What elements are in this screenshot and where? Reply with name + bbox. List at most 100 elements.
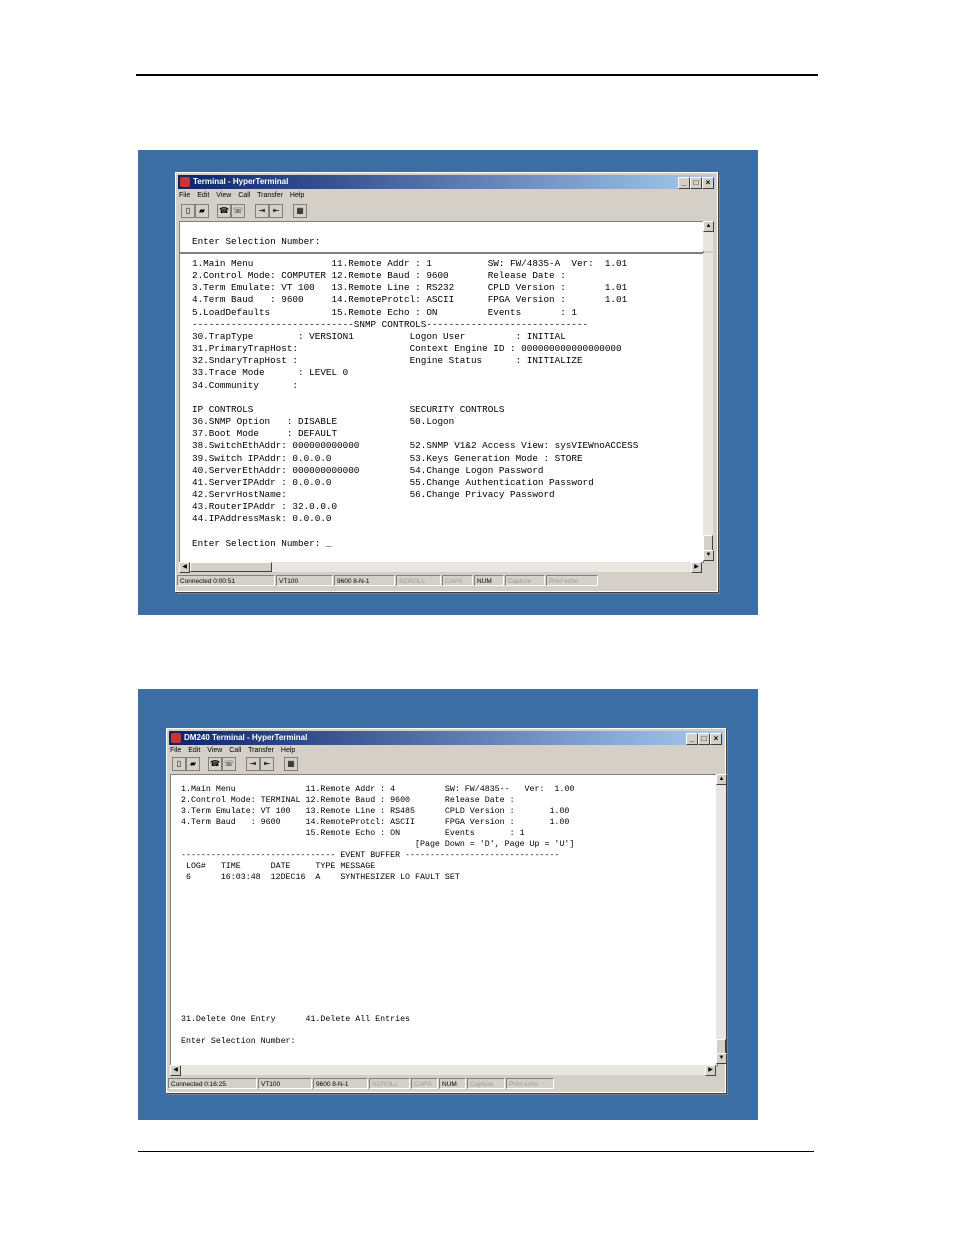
- terminal-line: IP CONTROLS SECURITY CONTROLS: [192, 403, 505, 415]
- status-capture: Capture: [505, 575, 545, 586]
- status-print-echo: Print echo: [546, 575, 598, 586]
- receive-icon[interactable]: ⇤: [260, 757, 274, 771]
- window-title: Terminal - HyperTerminal: [193, 177, 289, 186]
- terminal-line: 33.Trace Mode : LEVEL 0: [192, 367, 349, 379]
- terminal-line: 39.Switch IPAddr: 0.0.0.0 53.Keys Genera…: [192, 452, 583, 464]
- terminal-line: 36.SNMP Option : DISABLE 50.Logon: [192, 416, 455, 428]
- terminal-header[interactable]: Enter Selection Number:: [179, 221, 704, 253]
- vertical-scrollbar[interactable]: ▲ ▼: [716, 774, 727, 1064]
- send-icon[interactable]: ⇥: [255, 204, 269, 218]
- connect-icon[interactable]: ☎: [208, 757, 222, 771]
- scroll-up-arrow-icon[interactable]: ▲: [703, 221, 714, 232]
- terminal-line: 15.Remote Echo : ON Events : 1: [181, 828, 525, 838]
- terminal-line: -----------------------------SNMP CONTRO…: [192, 318, 589, 330]
- menu-call[interactable]: Call: [238, 192, 250, 199]
- terminal-line: 1.Main Menu 11.Remote Addr : 1 SW: FW/48…: [192, 258, 628, 269]
- title-bar[interactable]: Terminal - HyperTerminal _ □ ×: [178, 175, 715, 189]
- scroll-left-arrow-icon[interactable]: ◀: [170, 1065, 181, 1076]
- properties-icon[interactable]: ▦: [284, 757, 298, 771]
- scroll-up-arrow-icon[interactable]: ▲: [716, 774, 727, 785]
- terminal-line: [Page Down = 'D', Page Up = 'U']: [181, 839, 575, 849]
- hyperterminal-logo-icon: [171, 733, 181, 743]
- menu-transfer[interactable]: Transfer: [257, 192, 283, 199]
- disconnect-icon[interactable]: ☏: [231, 204, 245, 218]
- menu-file[interactable]: File: [179, 192, 190, 199]
- maximize-button[interactable]: □: [698, 733, 710, 745]
- terminal-line: 6 16:03:48 12DEC16 A SYNTHESIZER LO FAUL…: [181, 872, 460, 882]
- terminal-line: 34.Community :: [192, 379, 299, 391]
- menu-bar: File Edit View Call Transfer Help: [170, 745, 300, 756]
- minimize-button[interactable]: _: [686, 733, 698, 745]
- status-num: NUM: [474, 575, 504, 586]
- terminal-line: Enter Selection Number:: [181, 1036, 296, 1046]
- menu-transfer[interactable]: Transfer: [248, 747, 274, 754]
- status-scroll: SCROLL: [396, 575, 441, 586]
- terminal-line: 30.TrapType : VERSION1 Logon User : INIT…: [192, 330, 566, 342]
- terminal-line: LOG# TIME DATE TYPE MESSAGE: [181, 861, 376, 871]
- scroll-thumb[interactable]: [716, 1039, 726, 1054]
- horizontal-scrollbar[interactable]: ◀ ▶: [170, 1065, 716, 1076]
- minimize-button[interactable]: _: [678, 177, 690, 189]
- terminal-line: 31.PrimaryTrapHost: Context Engine ID : …: [192, 343, 622, 355]
- scroll-down-arrow-icon[interactable]: ▼: [716, 1053, 727, 1064]
- terminal-screen[interactable]: 1.Main Menu 11.Remote Addr : 4 SW: FW/48…: [170, 774, 718, 1066]
- receive-icon[interactable]: ⇤: [269, 204, 283, 218]
- status-print-echo: Print echo: [506, 1078, 554, 1089]
- status-connected: Connected 0:16:25: [168, 1078, 257, 1089]
- new-icon[interactable]: ▯: [172, 757, 186, 771]
- vertical-scrollbar[interactable]: ▼: [703, 253, 714, 561]
- scroll-thumb[interactable]: [703, 535, 713, 551]
- horizontal-thumb[interactable]: [190, 562, 272, 572]
- disconnect-icon[interactable]: ☏: [222, 757, 236, 771]
- properties-icon[interactable]: ▦: [293, 204, 307, 218]
- menu-help[interactable]: Help: [281, 747, 295, 754]
- terminal-line: 1.Main Menu 11.Remote Addr : 4 SW: FW/48…: [181, 785, 575, 794]
- title-bar[interactable]: DM240 Terminal - HyperTerminal _ □ ×: [169, 731, 723, 745]
- status-port-settings: 9600 8-N-1: [334, 575, 395, 586]
- terminal-line: 40.ServerEthAddr: 000000000000 54.Change…: [192, 464, 544, 476]
- close-button[interactable]: ×: [710, 733, 722, 745]
- toolbar: ▯ ▰ ☎ ☏ ⇥ ⇤ ▦: [170, 756, 718, 772]
- terminal-line: 38.SwitchEthAddr: 000000000000 52.SNMP V…: [192, 440, 639, 452]
- menu-file[interactable]: File: [170, 747, 181, 754]
- terminal-line: Enter Selection Number: _: [192, 537, 332, 549]
- header-scrollbar[interactable]: ▲: [703, 221, 714, 251]
- close-button[interactable]: ×: [702, 177, 714, 189]
- hyperterminal-window-2: DM240 Terminal - HyperTerminal _ □ × Fil…: [166, 728, 727, 1093]
- terminal-line: 5.LoadDefaults 15.Remote Echo : ON Event…: [192, 306, 577, 318]
- terminal-text: 1.Main Menu 11.Remote Addr : 4 SW: FW/48…: [181, 785, 574, 1048]
- menu-edit[interactable]: Edit: [197, 192, 209, 199]
- scroll-right-arrow-icon[interactable]: ▶: [691, 562, 702, 573]
- terminal-line: 37.Boot Mode : DEFAULT: [192, 428, 338, 440]
- menu-edit[interactable]: Edit: [188, 747, 200, 754]
- connect-icon[interactable]: ☎: [217, 204, 231, 218]
- menu-call[interactable]: Call: [229, 747, 241, 754]
- open-icon[interactable]: ▰: [186, 757, 200, 771]
- status-emulation: VT100: [276, 575, 333, 586]
- screenshot-panel-2: DM240 Terminal - HyperTerminal _ □ × Fil…: [138, 689, 758, 1120]
- maximize-button[interactable]: □: [690, 177, 702, 189]
- terminal-line: 2.Control Mode: TERMINAL 12.Remote Baud …: [181, 795, 515, 805]
- hyperterminal-logo-icon: [180, 177, 190, 187]
- scroll-left-arrow-icon[interactable]: ◀: [179, 562, 190, 573]
- status-caps: CAPS: [411, 1078, 438, 1089]
- horizontal-scrollbar[interactable]: ◀ ▶: [179, 562, 702, 573]
- menu-help[interactable]: Help: [290, 192, 304, 199]
- terminal-line: 32.SndaryTrapHost : Engine Status : INIT…: [192, 355, 583, 367]
- scroll-down-arrow-icon[interactable]: ▼: [703, 550, 714, 561]
- new-icon[interactable]: ▯: [181, 204, 195, 218]
- open-icon[interactable]: ▰: [195, 204, 209, 218]
- status-bar: Connected 0:00:51 VT100 9600 8-N-1 SCROL…: [177, 575, 712, 586]
- menu-bar: File Edit View Call Transfer Help: [179, 190, 309, 201]
- terminal-line: 4.Term Baud : 9600 14.RemoteProtcl: ASCI…: [181, 817, 570, 827]
- terminal-screen[interactable]: 1.Main Menu 11.Remote Addr : 1 SW: FW/48…: [179, 253, 704, 563]
- menu-view[interactable]: View: [216, 192, 231, 199]
- toolbar: ▯ ▰ ☎ ☏ ⇥ ⇤ ▦: [179, 203, 709, 219]
- status-port-settings: 9600 8-N-1: [313, 1078, 368, 1089]
- terminal-line: ------------------------------- EVENT BU…: [181, 850, 560, 860]
- menu-view[interactable]: View: [207, 747, 222, 754]
- terminal-line: 44.IPAddressMask: 0.0.0.0: [192, 513, 332, 525]
- status-num: NUM: [439, 1078, 466, 1089]
- scroll-right-arrow-icon[interactable]: ▶: [705, 1065, 716, 1076]
- send-icon[interactable]: ⇥: [246, 757, 260, 771]
